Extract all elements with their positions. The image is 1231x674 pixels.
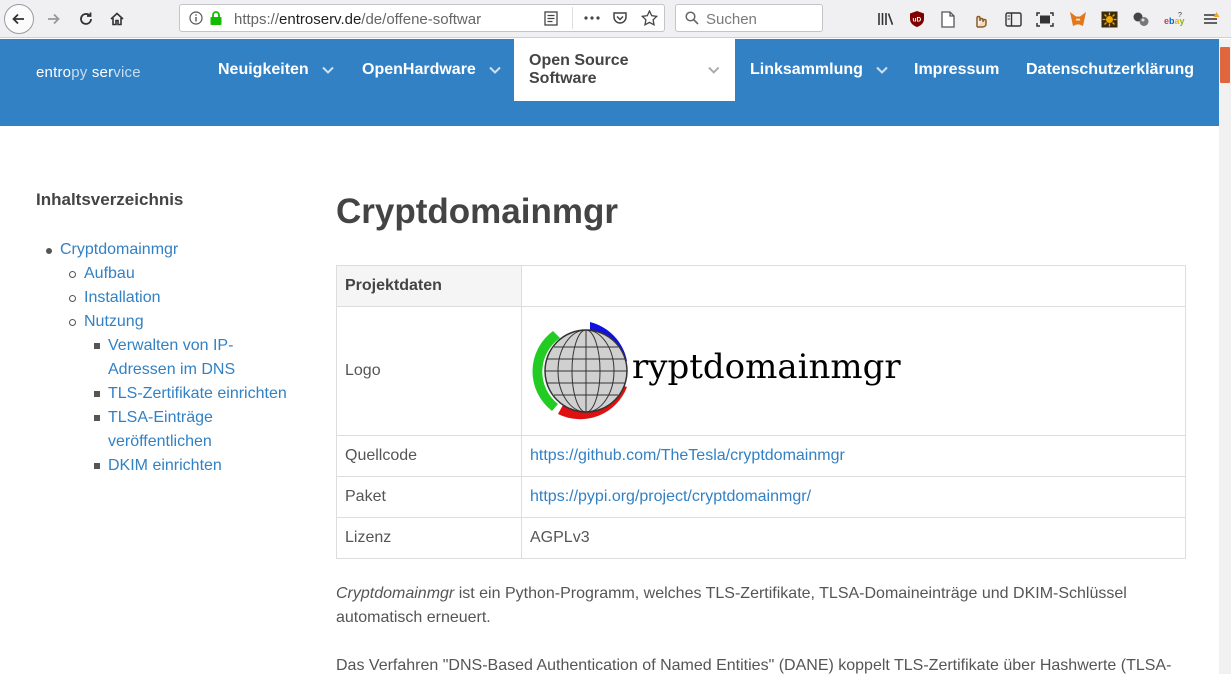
- nav-label: Neuigkeiten: [218, 61, 309, 78]
- nav-item-openhardware[interactable]: OpenHardware: [362, 39, 502, 101]
- chevron-down-icon: [707, 66, 719, 74]
- home-icon: [110, 12, 124, 26]
- metamask-fox-icon[interactable]: [1067, 8, 1089, 30]
- toc-bullet: [94, 415, 100, 421]
- toc-item-tls[interactable]: TLS-Zertifikate einrichten: [108, 382, 287, 406]
- license-value: AGPLv3: [521, 517, 1186, 559]
- search-input[interactable]: Suchen: [675, 4, 823, 32]
- url-text[interactable]: https://entroserv.de/de/offene-softwar: [234, 11, 488, 28]
- toc-bullet: [94, 343, 100, 349]
- sun-extension-icon[interactable]: [1098, 8, 1120, 30]
- toc-bullet: [69, 319, 76, 326]
- page-icon[interactable]: [937, 8, 959, 30]
- table-row: Lizenz AGPLv3: [336, 517, 1186, 559]
- more-actions-icon[interactable]: [584, 16, 600, 20]
- nav-label: Impressum: [914, 61, 1000, 78]
- arrow-left-icon: [12, 13, 24, 25]
- ebay-icon[interactable]: ebay?: [1164, 8, 1186, 30]
- toc-bullet: [46, 248, 52, 254]
- balls-extension-icon[interactable]: [1130, 8, 1152, 30]
- bookmark-star-icon[interactable]: [641, 10, 658, 26]
- nav-item-open-source-software[interactable]: Open Source Software: [514, 39, 735, 101]
- reload-icon: [80, 12, 92, 25]
- nav-item-neuigkeiten[interactable]: Neuigkeiten: [218, 39, 335, 101]
- toc-item-tlsa[interactable]: TLSA-Einträge veröffentlichen: [108, 406, 213, 454]
- table-cell: [521, 265, 1186, 307]
- nav-label: Datenschutzerklärung: [1026, 61, 1195, 78]
- page-title: Cryptdomainmgr: [336, 192, 618, 231]
- toc-bullet: [69, 295, 76, 302]
- url-divider: [572, 7, 573, 29]
- project-logo: ryptdomainmgr: [530, 317, 1177, 425]
- toc-title: Inhaltsverzeichnis: [36, 190, 184, 209]
- library-icon[interactable]: [875, 8, 897, 30]
- toc-item-installation[interactable]: Installation: [84, 286, 161, 310]
- package-link[interactable]: https://pypi.org/project/cryptdomainmgr/: [530, 488, 811, 505]
- home-button[interactable]: [102, 4, 132, 34]
- screenshot-icon[interactable]: [1034, 8, 1056, 30]
- globe-logo-icon: [532, 322, 628, 420]
- site-header: entropy service Neuigkeiten OpenHardware…: [0, 39, 1219, 126]
- chevron-down-icon: [321, 66, 334, 74]
- svg-text:uD: uD: [913, 17, 922, 24]
- logo-text: ryptdomainmgr: [632, 347, 901, 387]
- intro-paragraph: Cryptdomainmgr ist ein Python-Programm, …: [336, 585, 1127, 626]
- ublock-icon[interactable]: uD: [906, 8, 928, 30]
- logo-label: Logo: [336, 306, 522, 436]
- toc-item-dkim[interactable]: DKIM einrichten: [108, 454, 222, 478]
- nav-item-linksammlung[interactable]: Linksammlung: [750, 39, 889, 101]
- table-row: Paket https://pypi.org/project/cryptdoma…: [336, 476, 1186, 518]
- chevron-down-icon: [876, 66, 888, 74]
- forward-button[interactable]: [38, 4, 68, 34]
- toc-item-aufbau[interactable]: Aufbau: [84, 262, 135, 286]
- toc-item-nutzung[interactable]: Nutzung: [84, 310, 144, 334]
- scrollbar-thumb[interactable]: [1220, 47, 1230, 83]
- toc-item-cryptdomainmgr[interactable]: Cryptdomainmgr: [60, 238, 178, 262]
- sidebar-icon[interactable]: [1002, 8, 1024, 30]
- table-row: Logo ryptdomainmgr: [336, 306, 1186, 436]
- nav-item-impressum[interactable]: Impressum: [914, 39, 999, 101]
- source-label: Quellcode: [336, 435, 522, 477]
- info-icon[interactable]: [189, 11, 203, 25]
- table-row: Quellcode https://github.com/TheTesla/cr…: [336, 435, 1186, 477]
- table-header: Projektdaten: [336, 265, 522, 307]
- url-bar[interactable]: https://entroserv.de/de/offene-softwar: [179, 4, 665, 32]
- search-icon: [685, 11, 699, 25]
- search-placeholder: Suchen: [706, 11, 757, 28]
- toc-item-ip-dns[interactable]: Verwalten von IP- Adressen im DNS: [108, 334, 235, 382]
- page-scrollbar[interactable]: [1219, 39, 1231, 674]
- toc-bullet: [94, 463, 100, 469]
- back-button[interactable]: [4, 4, 34, 34]
- nav-item-datenschutz[interactable]: Datenschutzerklärung: [1026, 39, 1194, 101]
- browser-toolbar: https://entroserv.de/de/offene-softwar S…: [0, 0, 1231, 38]
- hand-extension-icon[interactable]: [970, 8, 992, 30]
- toc-bullet: [69, 271, 76, 278]
- package-label: Paket: [336, 476, 522, 518]
- hamburger-menu-icon[interactable]: [1200, 8, 1222, 30]
- arrow-right-icon: [48, 13, 60, 25]
- table-row: Projektdaten: [336, 265, 1186, 307]
- toc-bullet: [94, 391, 100, 397]
- reader-view-icon[interactable]: [544, 11, 558, 26]
- lock-icon: [210, 11, 222, 25]
- chevron-down-icon: [489, 66, 501, 74]
- pocket-icon[interactable]: [612, 10, 628, 26]
- nav-label: Linksammlung: [750, 61, 863, 78]
- nav-label: OpenHardware: [362, 61, 476, 78]
- dane-paragraph: Das Verfahren "DNS-Based Authentication …: [336, 657, 1172, 674]
- project-table: Projektdaten Logo ryptdomainmgr Quellcod…: [336, 265, 1186, 559]
- nav-label: Open Source Software: [529, 52, 629, 87]
- logo-cell: ryptdomainmgr: [521, 306, 1186, 436]
- license-label: Lizenz: [336, 517, 522, 559]
- svg-text:?: ?: [1178, 12, 1182, 19]
- source-link[interactable]: https://github.com/TheTesla/cryptdomainm…: [530, 447, 845, 464]
- site-logo[interactable]: entropy service: [36, 64, 141, 81]
- reload-button[interactable]: [71, 4, 101, 34]
